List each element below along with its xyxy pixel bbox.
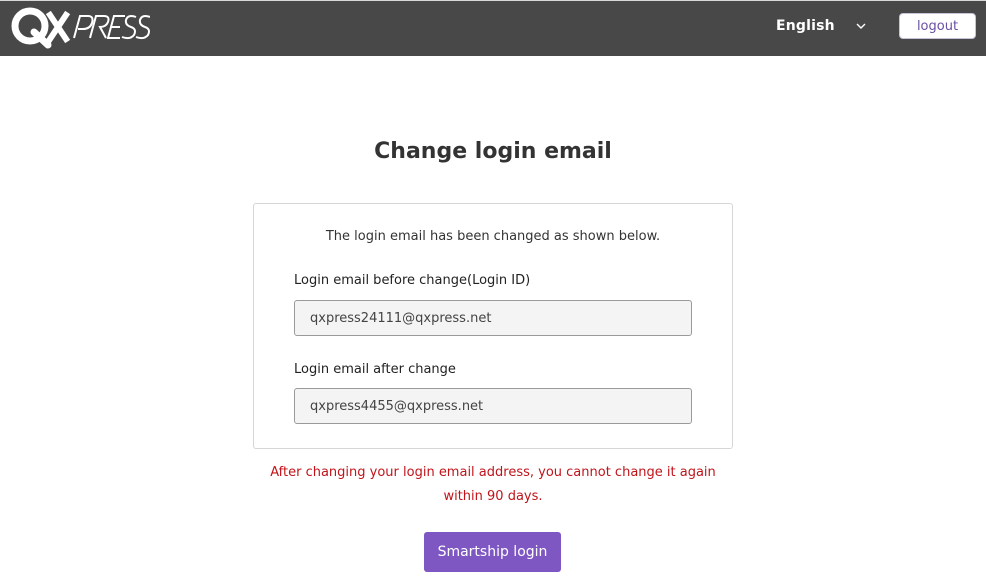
after-email-value: qxpress4455@qxpress.net [310,398,484,414]
page-title: Change login email [374,139,612,164]
smartship-login-label: Smartship login [437,544,548,560]
language-selector[interactable]: English [776,18,867,34]
before-email-value: qxpress24111@qxpress.net [310,310,492,326]
email-change-card: The login email has been changed as show… [253,203,733,449]
confirmation-message: The login email has been changed as show… [325,229,661,244]
change-restriction-warning: After changing your login email address,… [270,465,716,504]
after-email-field: qxpress4455@qxpress.net [294,388,692,424]
top-navigation-bar: English logout [0,0,986,56]
smartship-login-button[interactable]: Smartship login [424,532,561,572]
logout-button[interactable]: logout [899,13,976,39]
qxpress-logo[interactable] [10,5,151,49]
before-email-field: qxpress24111@qxpress.net [294,300,692,336]
chevron-down-icon [855,20,867,32]
logout-label: logout [916,18,959,34]
after-email-label: Login email after change [294,362,456,377]
before-email-label: Login email before change(Login ID) [294,273,531,288]
language-label: English [776,18,835,34]
